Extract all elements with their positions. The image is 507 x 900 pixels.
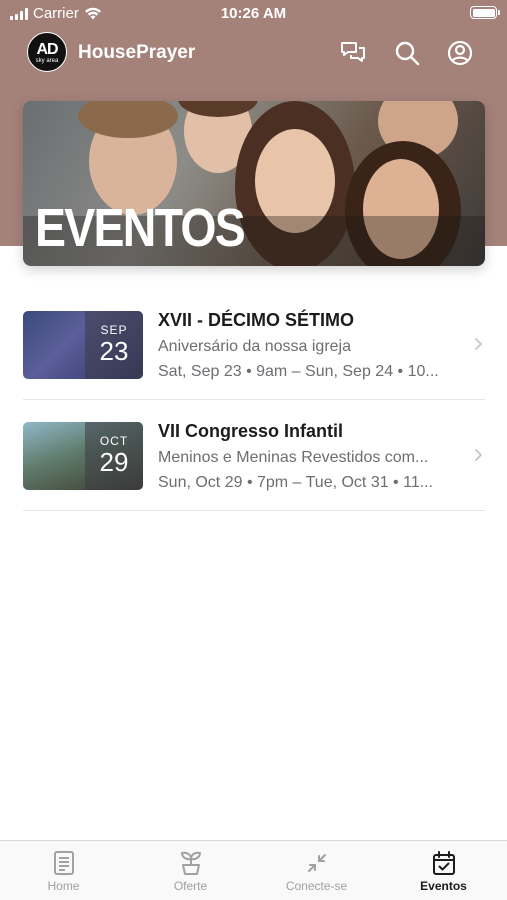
battery-icon: [470, 6, 500, 19]
event-item[interactable]: OCT 29 VII Congresso Infantil Meninos e …: [23, 401, 485, 511]
event-title: VII Congresso Infantil: [158, 421, 344, 441]
date-month: SEP: [100, 323, 128, 337]
tab-label: Oferte: [173, 879, 208, 893]
search-icon[interactable]: [392, 38, 422, 68]
date-day: 23: [99, 336, 129, 366]
status-time: 10:26 AM: [220, 5, 287, 22]
status-bar: Carrier 10:26 AM: [0, 0, 507, 30]
tab-eventos[interactable]: Eventos: [380, 841, 507, 900]
app-header: AD sky area HousePrayer: [0, 32, 507, 74]
plant-icon: [180, 851, 201, 875]
profile-icon[interactable]: [445, 38, 475, 68]
logo-text: AD: [36, 41, 58, 58]
banner-title: EVENTOS: [35, 198, 246, 258]
logo-subtext: sky area: [35, 58, 59, 64]
date-badge: OCT 29: [85, 422, 143, 490]
event-subtitle: Aniversário da nossa igreja: [158, 338, 351, 355]
event-item[interactable]: SEP 23 XVII - DÉCIMO SÉTIMO Aniversário …: [23, 290, 485, 400]
arrows-in-icon: [307, 854, 326, 872]
date-month: OCT: [99, 434, 129, 448]
event-thumbnail: OCT 29: [23, 422, 143, 490]
tab-label: Conecte-se: [285, 879, 348, 893]
tab-home[interactable]: Home: [0, 841, 127, 900]
event-title: XVII - DÉCIMO SÉTIMO: [158, 310, 355, 330]
calendar-check-icon: [432, 851, 455, 875]
document-icon: [53, 851, 74, 875]
event-subtitle: Meninos e Meninas Revestidos com...: [158, 449, 429, 466]
church-logo[interactable]: AD sky area: [27, 32, 67, 72]
event-thumbnail: SEP 23: [23, 311, 143, 379]
tab-bar: Home Oferte Conecte-se Eventos: [0, 840, 507, 900]
app-name: HousePrayer: [78, 42, 196, 63]
event-datetime: Sun, Oct 29 • 7pm – Tue, Oct 31 • 11...: [158, 474, 434, 491]
chevron-right-icon: [475, 449, 482, 461]
tab-oferte[interactable]: Oferte: [127, 841, 254, 900]
date-day: 29: [99, 447, 129, 477]
events-banner: EVENTOS: [23, 101, 485, 266]
date-badge: SEP 23: [85, 311, 143, 379]
chevron-right-icon: [475, 338, 482, 350]
tab-label: Home: [47, 879, 80, 893]
tab-label: Eventos: [420, 879, 467, 893]
tab-conecte-se[interactable]: Conecte-se: [253, 841, 380, 900]
chat-icon[interactable]: [338, 38, 368, 68]
event-datetime: Sat, Sep 23 • 9am – Sun, Sep 24 • 10...: [158, 363, 439, 380]
